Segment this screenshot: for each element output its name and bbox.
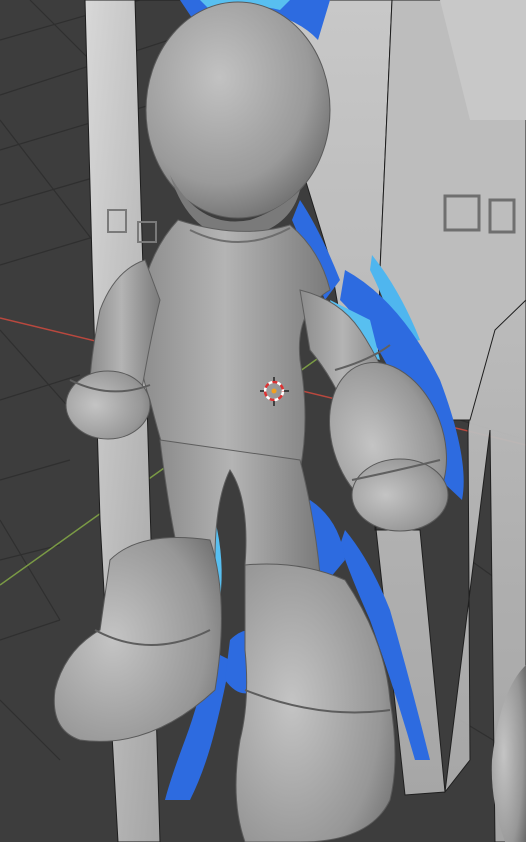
model-torso[interactable] [138,219,331,471]
3d-viewport[interactable] [0,0,526,842]
model-head[interactable] [145,1,331,219]
model-fist-left[interactable] [65,370,151,440]
